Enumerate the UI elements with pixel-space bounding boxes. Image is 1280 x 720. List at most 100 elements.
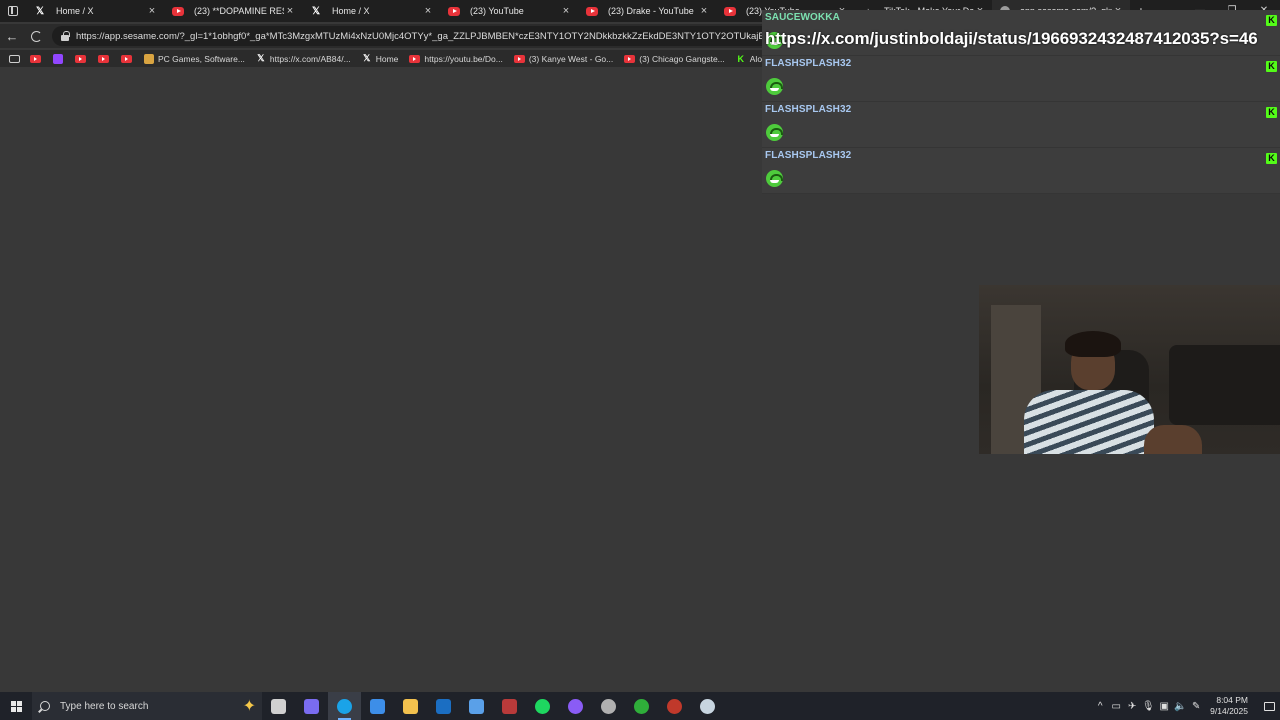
file-explorer-icon	[403, 698, 418, 714]
tray-icons: ^ ▭ ✈ 🎙 ▣ 🔈 ✎	[1092, 701, 1204, 712]
task-view-taskbar-button[interactable]	[262, 692, 295, 720]
spotify-taskbar-button[interactable]	[526, 692, 559, 720]
record-icon	[667, 698, 682, 714]
pepe-laugh-emote	[766, 78, 783, 95]
task-view-icon	[271, 698, 286, 714]
chat-pinned-url[interactable]: https://x.com/justinboldaji/status/19669…	[765, 29, 1258, 49]
bookmark-item[interactable]	[53, 53, 67, 64]
store-icon	[370, 698, 385, 714]
bookmark-item[interactable]	[98, 54, 113, 63]
tab-title: (23) Drake - YouTube	[608, 6, 694, 16]
notification-icon	[1263, 701, 1275, 711]
x-logo-icon: 𝕏	[257, 53, 265, 63]
tab-title: Home / X	[332, 6, 370, 16]
chrome-taskbar-button[interactable]	[592, 692, 625, 720]
x-logo-icon: 𝕏	[363, 53, 371, 63]
youtube-icon	[724, 6, 736, 16]
discord-icon	[568, 698, 583, 714]
pinned-apps	[262, 692, 724, 720]
bookmarks-menu-button[interactable]	[4, 54, 24, 63]
youtube-icon	[624, 54, 636, 63]
tray-icon[interactable]: ▭	[1108, 701, 1124, 712]
tab-actions-menu[interactable]	[0, 0, 26, 22]
tab[interactable]: 𝕏 Home / X ×	[302, 0, 440, 22]
chat-username[interactable]: SAUCEWOKKA	[765, 12, 840, 23]
bookmark-item[interactable]	[121, 54, 136, 63]
address-url: https://app.sesame.com/?_gl=1*1obhgf0*_g…	[76, 30, 772, 42]
chat-username[interactable]: FLASHSPLASH32	[765, 58, 851, 69]
chat-username[interactable]: FLASHSPLASH32	[765, 150, 851, 161]
store-taskbar-button[interactable]	[361, 692, 394, 720]
edge-taskbar-button[interactable]	[328, 692, 361, 720]
youtube-icon	[513, 54, 525, 63]
search-highlight-icon[interactable]: ✦	[243, 696, 256, 716]
tray-icon[interactable]: 🎙	[1140, 701, 1156, 712]
discord-taskbar-button[interactable]	[559, 692, 592, 720]
youtube-icon	[121, 54, 132, 63]
pepe-laugh-emote	[766, 170, 783, 187]
copilot-taskbar-button[interactable]	[295, 692, 328, 720]
file-explorer-taskbar-button[interactable]	[394, 692, 427, 720]
tab[interactable]: (23) **DOPAMINE RESET** ×	[164, 0, 302, 22]
tray-icon[interactable]: 🔈	[1172, 701, 1188, 712]
x-logo-icon: 𝕏	[35, 5, 45, 17]
bookmark-item[interactable]: https://youtu.be/Do...	[409, 54, 503, 64]
photoshop-icon	[469, 698, 484, 714]
tray-icon[interactable]: ▣	[1156, 701, 1172, 712]
clock[interactable]: 8:04 PM 9/14/2025	[1210, 695, 1248, 717]
screen: 𝕏Home / X×(23) **DOPAMINE RESET** ×𝕏Home…	[0, 0, 1280, 720]
address-bar[interactable]: https://app.sesame.com/?_gl=1*1obhgf0*_g…	[52, 26, 772, 46]
tab-title: Home / X	[56, 6, 94, 16]
bookmark-item[interactable]	[75, 54, 90, 63]
notifications-button[interactable]	[1258, 701, 1280, 711]
games-icon	[144, 53, 154, 64]
bookmark-item[interactable]: 𝕏 Home	[362, 53, 399, 64]
tray-icon[interactable]: ✈	[1124, 701, 1140, 712]
bookmark-label: (3) Kanye West - Go...	[528, 53, 614, 64]
reload-button[interactable]	[24, 24, 48, 48]
tab-title: (23) **DOPAMINE RESET**	[194, 6, 284, 16]
tab-close-icon[interactable]: ×	[284, 5, 296, 17]
chat-username[interactable]: FLASHSPLASH32	[765, 104, 851, 115]
outlook-taskbar-button[interactable]	[427, 692, 460, 720]
tab[interactable]: 𝕏 Home / X ×	[26, 0, 164, 22]
tab-close-icon[interactable]: ×	[422, 5, 434, 17]
bookmark-label: (3) Chicago Gangste...	[639, 53, 725, 64]
bookmark-label: Home	[375, 53, 399, 64]
bookmark-item[interactable]	[30, 54, 45, 63]
bookmark-item[interactable]: (3) Chicago Gangste...	[624, 54, 725, 64]
bookmark-item[interactable]: (3) Kanye West - Go...	[513, 53, 614, 64]
start-button[interactable]	[0, 692, 32, 720]
game-app-icon	[502, 698, 517, 714]
tab[interactable]: (23) YouTube ×	[440, 0, 578, 22]
youtube-icon	[172, 6, 184, 16]
tray-icon[interactable]: ^	[1092, 701, 1108, 712]
tab-close-icon[interactable]: ×	[560, 5, 572, 17]
steam-taskbar-button[interactable]	[691, 692, 724, 720]
photoshop-taskbar-button[interactable]	[460, 692, 493, 720]
loading-spinner-icon	[30, 30, 42, 42]
tab[interactable]: (23) Drake - YouTube ×	[578, 0, 716, 22]
clock-time: 8:04 PM	[1216, 695, 1248, 705]
tab-close-icon[interactable]: ×	[698, 5, 710, 17]
back-button[interactable]: ←	[0, 24, 24, 48]
edge-icon	[337, 698, 352, 714]
outlook-icon	[436, 698, 451, 714]
game-app-taskbar-button[interactable]	[493, 692, 526, 720]
copilot-icon	[304, 698, 319, 714]
search-icon	[40, 701, 50, 711]
taskbar-search[interactable]: Type here to search ✦	[32, 692, 262, 720]
tab-title: (23) YouTube	[470, 6, 524, 16]
xbox-taskbar-button[interactable]	[625, 692, 658, 720]
bookmark-item[interactable]: PC Games, Software...	[144, 53, 245, 64]
tray-icon[interactable]: ✎	[1188, 701, 1204, 712]
tab-close-icon[interactable]: ×	[146, 5, 158, 17]
system-tray: ^ ▭ ✈ 🎙 ▣ 🔈 ✎ 8:04 PM 9/14/2025	[1092, 692, 1280, 720]
kick-badge-icon: K	[1266, 107, 1277, 118]
windows-logo-icon	[10, 700, 22, 712]
clock-date: 9/14/2025	[1210, 706, 1248, 716]
lock-icon[interactable]	[60, 31, 70, 41]
twitch-icon	[53, 53, 63, 64]
bookmark-item[interactable]: 𝕏https://x.com/AB84/...	[256, 53, 350, 64]
record-taskbar-button[interactable]	[658, 692, 691, 720]
